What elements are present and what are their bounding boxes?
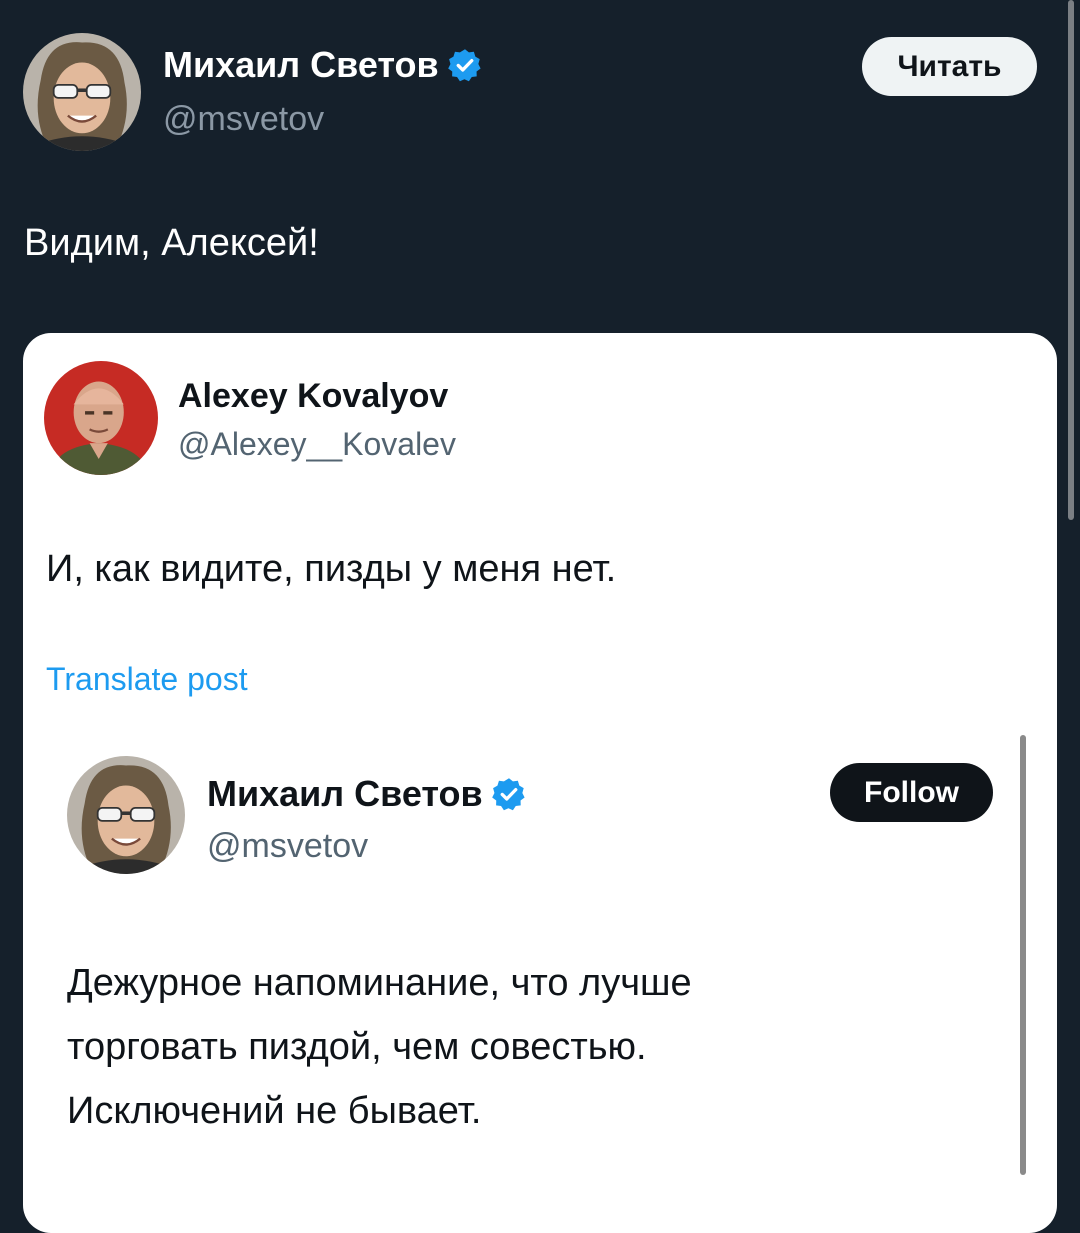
embedded-follow-button[interactable]: Follow	[830, 763, 993, 822]
translate-post-link[interactable]: Translate post	[46, 661, 248, 698]
verified-badge-icon	[447, 47, 483, 83]
follow-button[interactable]: Читать	[862, 37, 1037, 96]
quoted-author-handle[interactable]: @Alexey__Kovalev	[178, 426, 456, 463]
embedded-author-name[interactable]: Михаил Светов	[207, 773, 527, 815]
page-scrollbar[interactable]	[1068, 0, 1074, 520]
quoted-author-avatar[interactable]	[44, 361, 158, 475]
author-name-text: Михаил Светов	[163, 44, 439, 85]
embedded-post-text: Дежурное напоминание, что лучше торговат…	[67, 951, 947, 1143]
quoted-post-card[interactable]: Alexey Kovalyov @Alexey__Kovalev И, как …	[23, 333, 1057, 1233]
embedded-post-line: торговать пиздой, чем совестью.	[67, 1026, 647, 1068]
post-text: Видим, Алексей!	[24, 222, 319, 264]
embed-scrollbar[interactable]	[1020, 735, 1026, 1175]
quoted-post-text: И, как видите, пизды у меня нет.	[46, 548, 617, 590]
quoted-author-name[interactable]: Alexey Kovalyov	[178, 377, 448, 416]
embedded-post-line: Исключений не бывает.	[67, 1090, 482, 1132]
embedded-author-handle[interactable]: @msvetov	[207, 827, 368, 866]
embedded-author-name-text: Михаил Светов	[207, 773, 483, 814]
author-name[interactable]: Михаил Светов	[163, 44, 483, 86]
verified-badge-icon	[491, 776, 527, 812]
embedded-author-avatar[interactable]	[67, 756, 185, 874]
author-handle[interactable]: @msvetov	[163, 100, 324, 139]
embedded-post-line: Дежурное напоминание, что лучше	[67, 962, 692, 1004]
author-avatar[interactable]	[23, 33, 141, 151]
